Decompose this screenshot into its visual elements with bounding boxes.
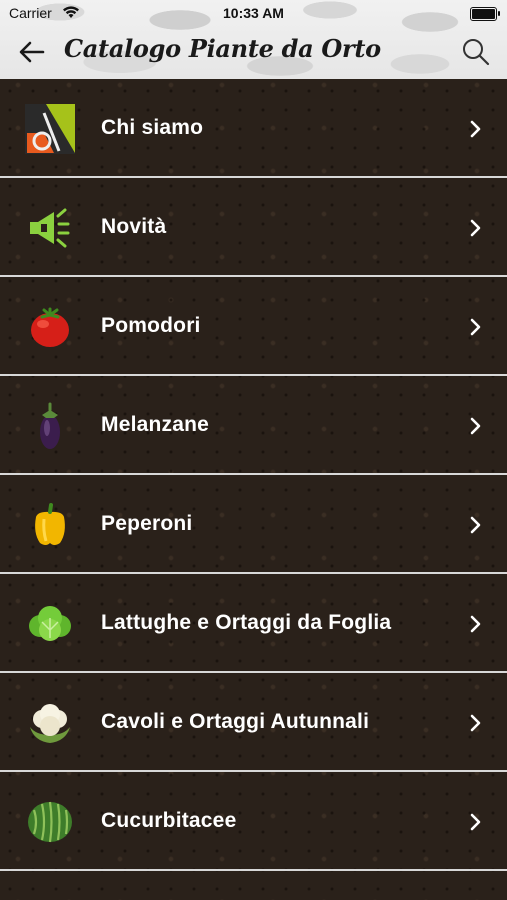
list-item-label: Novità [101,215,167,238]
search-icon[interactable] [461,37,491,67]
list-item-chi-siamo[interactable]: Chi siamo [0,79,507,178]
list-item-lattughe[interactable]: Lattughe e Ortaggi da Foglia [0,574,507,673]
lettuce-icon [29,606,71,641]
nav-bar: Catalogo Piante da Orto [0,26,507,78]
battery-icon [470,7,500,21]
chevron-right-icon [470,120,481,138]
chevron-right-icon [470,714,481,732]
list-item-label: Chi siamo [101,116,204,139]
list-item-label: Cavoli e Ortaggi Autunnali [101,710,370,733]
tomato-icon [31,307,69,347]
list-item-cavoli[interactable]: Cavoli e Ortaggi Autunnali [0,673,507,772]
list-item-label: Pomodori [101,314,201,337]
back-arrow-icon[interactable] [16,38,48,66]
list-item-label: Lattughe e Ortaggi da Foglia [101,611,392,634]
cauliflower-icon [30,704,70,743]
list-item-cucurbitacee[interactable]: Cucurbitacee [0,772,507,871]
megaphone-icon [30,208,70,248]
company-logo-icon [25,104,75,154]
list-item-label: Cucurbitacee [101,809,237,832]
list-item-melanzane[interactable]: Melanzane [0,376,507,475]
list-item-pomodori[interactable]: Pomodori [0,277,507,376]
chevron-right-icon [470,417,481,435]
list-item-peperoni[interactable]: Peperoni [0,475,507,574]
chevron-right-icon [470,318,481,336]
chevron-right-icon [470,615,481,633]
header: Carrier 10:33 AM Catalogo Piante da Orto [0,0,507,80]
page-title: Catalogo Piante da Orto [64,34,381,63]
category-list: Chi siamo Novità Pomodori Melanzane Pepe… [0,79,507,900]
list-item-label: Melanzane [101,413,209,436]
chevron-right-icon [470,516,481,534]
eggplant-icon [40,402,60,449]
chevron-right-icon [470,219,481,237]
watermelon-icon [28,801,72,843]
list-item-label: Peperoni [101,512,193,535]
list-item-novita[interactable]: Novità [0,178,507,277]
clock: 10:33 AM [223,5,284,21]
pepper-icon [35,503,65,545]
status-bar: Carrier 10:33 AM [0,0,507,26]
chevron-right-icon [470,813,481,831]
